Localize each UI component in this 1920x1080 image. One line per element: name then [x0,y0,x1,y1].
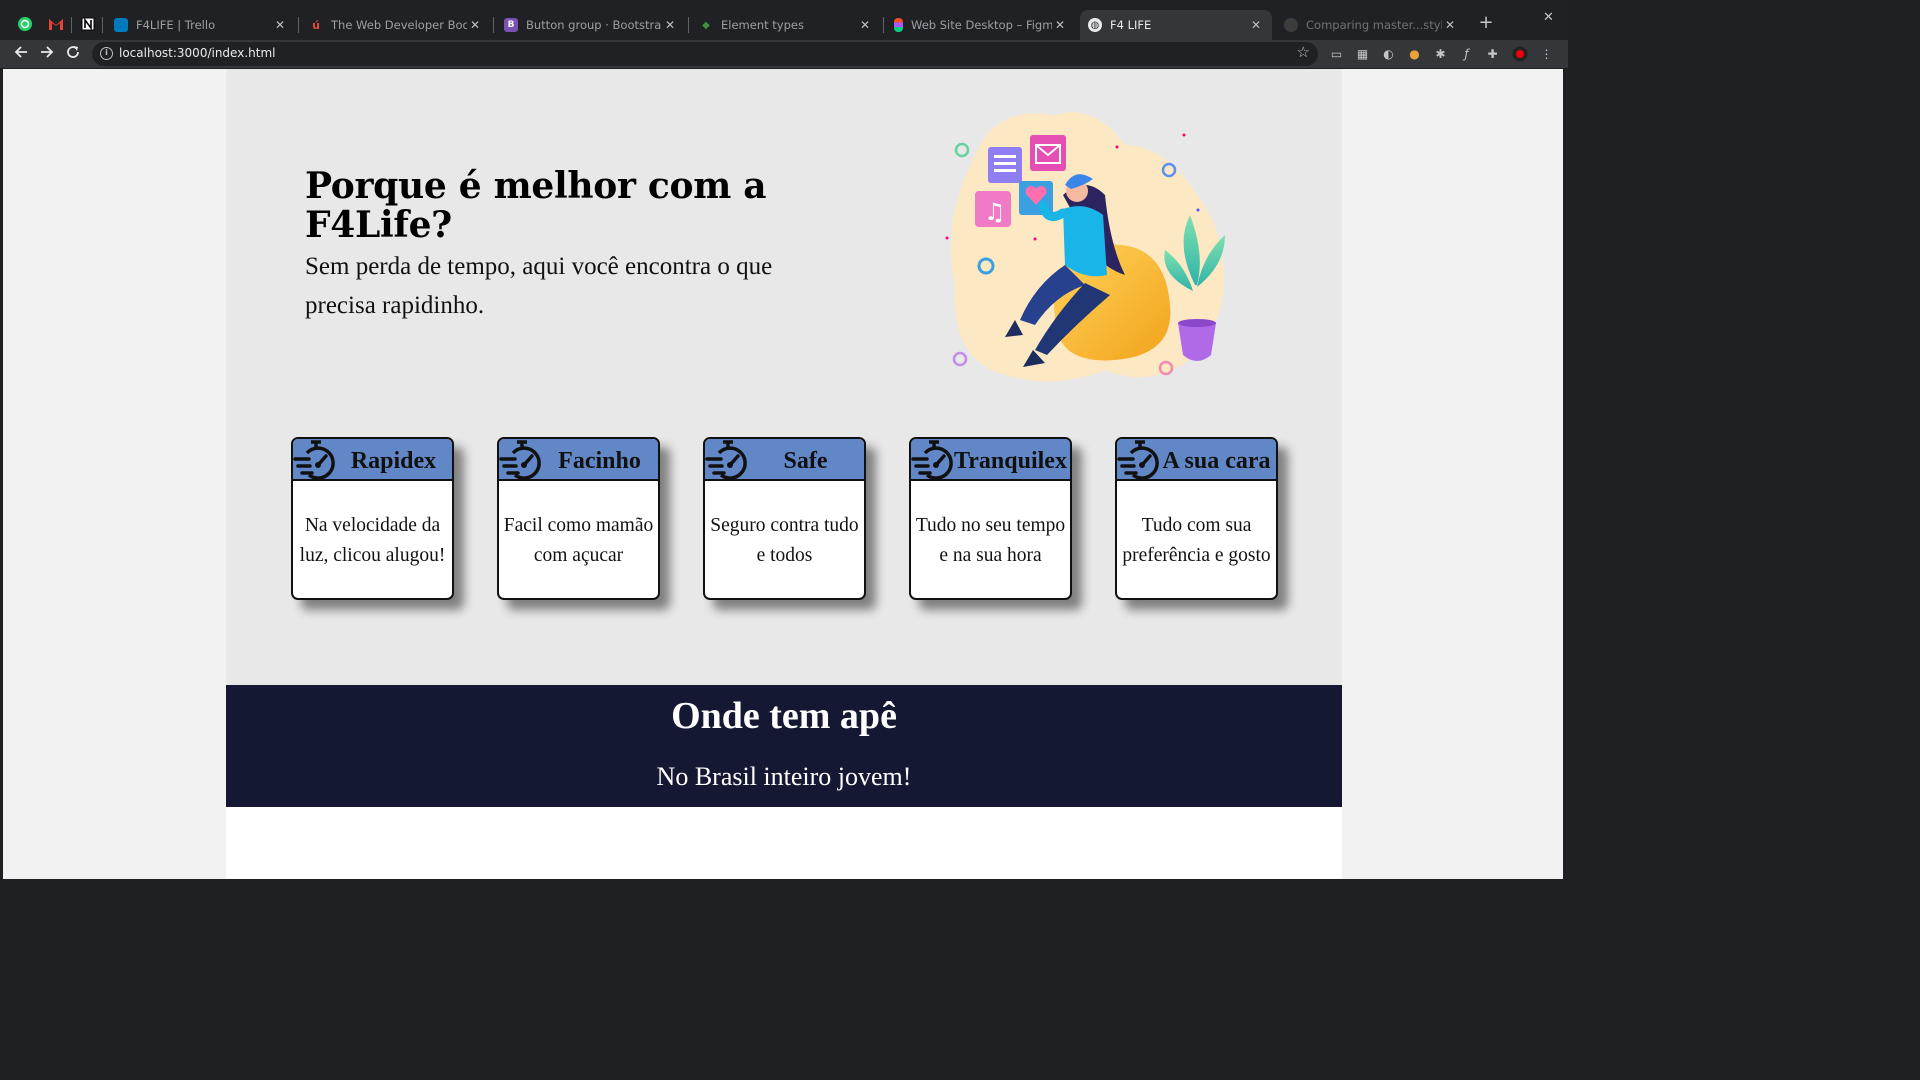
location-subtitle: No Brasil inteiro jovem! [656,762,912,791]
feature-card-title: Facinho [558,448,641,474]
address-bar[interactable]: i localhost:3000/index.html ☆ [92,42,1318,66]
cast-icon[interactable]: ▭ [1328,45,1345,62]
notion-icon [81,17,95,31]
close-tab-icon[interactable]: ✕ [857,18,873,32]
hero-illustration: ♫ [945,112,1225,382]
stopwatch-speed-icon [1117,440,1159,480]
whatsapp-pinned-tab[interactable] [13,12,37,36]
close-tab-icon[interactable]: ✕ [467,18,483,32]
features-row: Rapidex Na velocidade da luz, clicou alu… [291,437,1281,601]
tab-udemy[interactable]: ú The Web Developer Bootcamp ✕ [301,10,491,40]
hero-title: Porque é melhor com a F4Life? [305,165,767,246]
window-close-button[interactable]: ✕ [1543,10,1554,25]
tab-github-compare[interactable]: Comparing master...style/ma ✕ [1276,10,1466,40]
location-section: Onde tem apê No Brasil inteiro jovem! [226,685,1342,807]
feature-card-a-sua-cara: A sua cara Tudo com sua preferência e go… [1115,437,1278,600]
extension-function-icon[interactable]: ƒ [1458,45,1475,62]
tab-title: Comparing master...style/ma [1306,18,1442,32]
extension-grid-icon[interactable]: ▦ [1354,45,1371,62]
close-tab-icon[interactable]: ✕ [1442,18,1458,32]
tab-title: Button group · Bootstrap v5.0 [526,18,662,32]
close-tab-icon[interactable]: ✕ [272,18,288,32]
site-info-icon[interactable]: i [100,47,113,60]
new-tab-button[interactable]: + [1476,14,1496,34]
feature-card-title: Rapidex [350,448,437,474]
tab-title: F4LIFE | Trello [136,18,216,32]
menu-kebab-icon[interactable]: ⋮ [1538,45,1555,62]
stopwatch-speed-icon [293,440,335,480]
extension-orange-icon[interactable]: ● [1406,45,1423,62]
leaf-icon: ◆ [702,19,710,31]
feature-card-safe: Safe Seguro contra tudo e todos [703,437,866,600]
location-title: Onde tem apê [671,695,897,737]
github-icon [1284,18,1298,32]
main-container: Porque é melhor com a F4Life? Sem perda … [226,69,1342,879]
tab-title: Element types [721,18,804,32]
browser-toolbar: i localhost:3000/index.html ☆ ▭ ▦ ◐ ● ✱ … [0,40,1568,68]
close-tab-icon[interactable]: ✕ [1248,18,1264,32]
url-text[interactable]: localhost:3000/index.html [119,46,275,60]
hero-subtitle: Sem perda de tempo, aqui você encontra o… [305,253,773,319]
feature-card-header: Safe [705,439,864,481]
feature-card-text: Tudo com sua preferência e gosto [1122,515,1271,566]
forward-button[interactable] [37,44,57,64]
arrow-left-icon [14,46,27,58]
page-viewport: Porque é melhor com a F4Life? Sem perda … [3,69,1563,879]
feature-card-header: Facinho [499,439,658,481]
trello-icon [114,18,128,32]
tab-f4life-active[interactable]: ◍ F4 LIFE ✕ [1080,10,1272,40]
feature-card-text: Facil como mamão com açucar [503,515,654,566]
tab-title: Web Site Desktop – Figma [911,18,1052,32]
tab-element-types[interactable]: ◆ Element types ✕ [691,10,881,40]
reload-button[interactable] [63,44,83,64]
extension-circle-icon[interactable]: ◐ [1380,45,1397,62]
tab-title: F4 LIFE [1110,18,1152,32]
tab-bootstrap[interactable]: B Button group · Bootstrap v5.0 ✕ [496,10,686,40]
gmail-pinned-tab[interactable] [44,12,68,36]
reload-icon [67,46,79,58]
tab-trello[interactable]: F4LIFE | Trello ✕ [106,10,296,40]
notion-pinned-tab[interactable] [76,12,100,36]
bootstrap-icon: B [504,18,518,32]
close-tab-icon[interactable]: ✕ [662,18,678,32]
stopwatch-speed-icon [911,440,953,480]
tab-figma[interactable]: Web Site Desktop – Figma ✕ [886,10,1076,40]
profile-avatar[interactable] [1511,45,1528,62]
stopwatch-speed-icon [499,440,541,480]
globe-icon: ◍ [1088,18,1102,32]
footer-area [226,807,1342,879]
close-tab-icon[interactable]: ✕ [1052,18,1068,32]
feature-card-title: Safe [783,448,828,474]
svg-text:♫: ♫ [984,198,1006,226]
feature-card-rapidex: Rapidex Na velocidade da luz, clicou alu… [291,437,454,600]
extension-settings-icon[interactable]: ✱ [1432,45,1449,62]
arrow-right-icon [41,46,54,58]
puzzle-icon[interactable]: ✚ [1484,45,1501,62]
feature-card-tranquilex: Tranquilex Tudo no seu tempo e na sua ho… [909,437,1072,600]
figma-icon [894,18,903,32]
feature-card-header: Tranquilex [911,439,1070,481]
feature-card-header: A sua cara [1117,439,1276,481]
gmail-icon [49,19,63,30]
back-button[interactable] [11,44,31,64]
feature-card-text: Na velocidade da luz, clicou alugou! [299,515,446,566]
stopwatch-speed-icon [705,440,747,480]
avatar-icon [1512,46,1527,61]
udemy-icon: ú [312,18,320,32]
feature-card-header: Rapidex [293,439,452,481]
feature-card-facinho: Facinho Facil como mamão com açucar [497,437,660,600]
tab-title: The Web Developer Bootcamp [331,18,467,32]
feature-card-title: A sua cara [1162,448,1271,474]
whatsapp-icon [18,17,32,31]
feature-card-text: Tudo no seu tempo e na sua hora [915,515,1066,566]
bookmark-star-icon[interactable]: ☆ [1297,43,1310,61]
browser-tab-bar: F4LIFE | Trello ✕ ú The Web Developer Bo… [0,0,1568,40]
feature-card-title: Tranquilex [954,448,1067,474]
feature-card-text: Seguro contra tudo e todos [710,515,859,566]
